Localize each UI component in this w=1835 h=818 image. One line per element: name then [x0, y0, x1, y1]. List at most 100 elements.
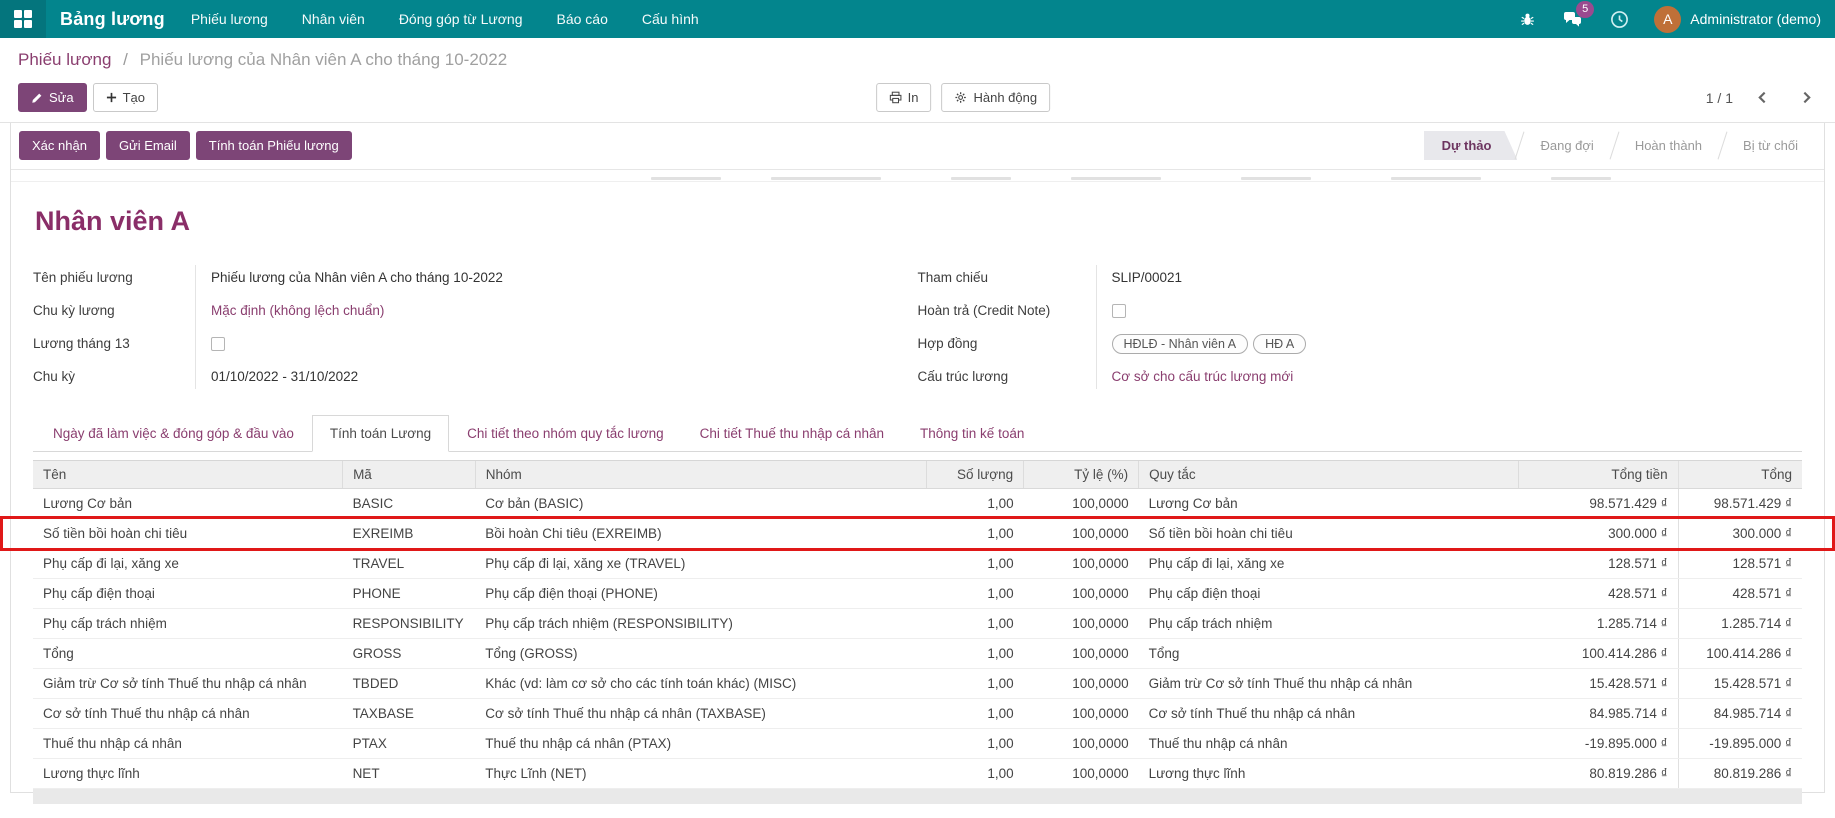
- column-header[interactable]: Tên: [33, 461, 343, 489]
- pager-next-button[interactable]: [1795, 87, 1817, 109]
- print-button[interactable]: In: [876, 83, 932, 112]
- table-cell: GROSS: [343, 639, 476, 669]
- checkbox[interactable]: [211, 337, 225, 351]
- field-row: Lương tháng 13: [33, 327, 918, 360]
- table-cell: 100,0000: [1024, 519, 1139, 549]
- nav-menu-item[interactable]: Cấu hình: [642, 11, 699, 27]
- table-cell: 100,0000: [1024, 489, 1139, 519]
- edit-button[interactable]: Sửa: [18, 83, 87, 112]
- table-cell: TRAVEL: [343, 549, 476, 579]
- pager-previous-button[interactable]: [1751, 87, 1773, 109]
- right-field-group: Tham chiếuSLIP/00021Hoàn trả (Credit Not…: [918, 261, 1803, 393]
- tag-list: HĐLĐ - Nhân viên AHĐ A: [1096, 334, 1307, 354]
- table-cell: Cơ bản (BASIC): [475, 489, 926, 519]
- field-value-link[interactable]: Cơ sở cho cấu trúc lương mới: [1096, 369, 1294, 384]
- table-cell: Phụ cấp trách nhiệm (RESPONSIBILITY): [475, 609, 926, 639]
- table-cell: Khác (vd: làm cơ sở cho các tính toán kh…: [475, 669, 926, 699]
- table-cell: 100.414.286 ₫: [1678, 639, 1802, 669]
- table-cell: 428.571 ₫: [1678, 579, 1802, 609]
- table-cell: TAXBASE: [343, 699, 476, 729]
- table-cell: Thực Lĩnh (NET): [475, 759, 926, 789]
- gear-icon: [954, 91, 967, 104]
- nav-menu-item[interactable]: Đóng góp từ Lương: [399, 11, 523, 27]
- table-cell: Lương Cơ bản: [33, 489, 343, 519]
- payroll-app-window: Bảng lương Phiếu lương Nhân viên Đóng góp …: [0, 0, 1835, 818]
- table-cell: Cơ sở tính Thuế thu nhập cá nhân: [33, 699, 343, 729]
- status-stage-2[interactable]: Đang đợi: [1522, 131, 1611, 160]
- tab-4[interactable]: Chi tiết Thuế thu nhập cá nhân: [682, 415, 902, 452]
- table-cell: Cơ sở tính Thuế thu nhập cá nhân (TAXBAS…: [475, 699, 926, 729]
- column-header[interactable]: Tổng tiền: [1519, 461, 1678, 489]
- contract-tag[interactable]: HĐ A: [1253, 334, 1306, 354]
- breadcrumb-parent-link[interactable]: Phiếu lương: [18, 50, 111, 69]
- table-row[interactable]: Phụ cấp trách nhiệmRESPONSIBILITYPhụ cấp…: [33, 609, 1802, 639]
- nav-menu-item[interactable]: Phiếu lương: [191, 11, 268, 27]
- table-cell: Phụ cấp điện thoại (PHONE): [475, 579, 926, 609]
- table-cell: 1.285.714 ₫: [1519, 609, 1678, 639]
- table-cell: 100,0000: [1024, 579, 1139, 609]
- table-cell: 428.571 ₫: [1519, 579, 1678, 609]
- message-count-badge: 5: [1576, 1, 1594, 18]
- table-cell: NET: [343, 759, 476, 789]
- table-cell: 1,00: [926, 729, 1023, 759]
- table-row[interactable]: Số tiền bồi hoàn chi tiêuEXREIMBBồi hoàn…: [33, 519, 1802, 549]
- table-row[interactable]: Phụ cấp điện thoạiPHONEPhụ cấp điện thoạ…: [33, 579, 1802, 609]
- table-cell: 98.571.429 ₫: [1519, 489, 1678, 519]
- column-header[interactable]: Quy tắc: [1139, 461, 1519, 489]
- status-stage-3[interactable]: Hoàn thành: [1617, 131, 1720, 160]
- apps-menu-button[interactable]: [0, 0, 46, 38]
- table-row[interactable]: Lương Cơ bảnBASICCơ bản (BASIC)1,00100,0…: [33, 489, 1802, 519]
- send-email-button[interactable]: Gửi Email: [106, 131, 190, 160]
- compute-payslip-button[interactable]: Tính toán Phiếu lương: [196, 131, 352, 160]
- tab-1[interactable]: Ngày đã làm việc & đóng góp & đầu vào: [35, 415, 312, 452]
- messages-icon[interactable]: 5: [1562, 8, 1584, 30]
- table-cell: Bồi hoàn Chi tiêu (EXREIMB): [475, 519, 926, 549]
- tab-2[interactable]: Tính toán Lương: [312, 415, 449, 452]
- table-row[interactable]: Phụ cấp đi lại, xăng xeTRAVELPhụ cấp đi …: [33, 549, 1802, 579]
- nav-menu-item[interactable]: Nhân viên: [302, 11, 365, 27]
- breadcrumb-current: Phiếu lương của Nhân viên A cho tháng 10…: [140, 50, 508, 69]
- checkbox[interactable]: [1112, 304, 1126, 318]
- table-cell: Phụ cấp đi lại, xăng xe: [1139, 549, 1519, 579]
- table-cell: BASIC: [343, 489, 476, 519]
- table-cell: 1,00: [926, 639, 1023, 669]
- field-label: Hợp đồng: [918, 336, 1096, 351]
- table-row[interactable]: Lương thực lĩnhNETThực Lĩnh (NET)1,00100…: [33, 759, 1802, 789]
- status-pipeline: Dự thảoĐang đợiHoàn thànhBị từ chối: [1424, 131, 1816, 160]
- column-header[interactable]: Số lượng: [926, 461, 1023, 489]
- column-header[interactable]: Nhóm: [475, 461, 926, 489]
- chevron-left-icon: [1756, 91, 1769, 104]
- table-cell: 84.985.714 ₫: [1519, 699, 1678, 729]
- table-cell: 1,00: [926, 699, 1023, 729]
- column-header[interactable]: Mã: [343, 461, 476, 489]
- user-menu[interactable]: A Administrator (demo): [1654, 6, 1821, 33]
- confirm-button[interactable]: Xác nhận: [19, 131, 100, 160]
- pencil-icon: [31, 92, 43, 104]
- table-row[interactable]: Cơ sở tính Thuế thu nhập cá nhânTAXBASEC…: [33, 699, 1802, 729]
- column-header[interactable]: Tổng: [1678, 461, 1802, 489]
- activities-clock-icon[interactable]: [1608, 8, 1630, 30]
- workflow-buttons: Xác nhận Gửi Email Tính toán Phiếu lương: [19, 131, 352, 160]
- field-value: SLIP/00021: [1096, 270, 1183, 285]
- table-row[interactable]: Giảm trừ Cơ sở tính Thuế thu nhập cá nhâ…: [33, 669, 1802, 699]
- field-label: Chu kỳ lương: [33, 303, 195, 318]
- tab-3[interactable]: Chi tiết theo nhóm quy tắc lương: [449, 415, 682, 452]
- nav-menu-item[interactable]: Báo cáo: [556, 11, 607, 27]
- table-row[interactable]: Thuế thu nhập cá nhânPTAXThuế thu nhập c…: [33, 729, 1802, 759]
- status-stage-4[interactable]: Bị từ chối: [1725, 131, 1816, 160]
- action-menu-button[interactable]: Hành động: [941, 83, 1050, 112]
- contract-tag[interactable]: HĐLĐ - Nhân viên A: [1112, 334, 1249, 354]
- table-row[interactable]: TổngGROSSTổng (GROSS)1,00100,0000Tổng100…: [33, 639, 1802, 669]
- field-label: Chu kỳ: [33, 369, 195, 384]
- table-cell: 100,0000: [1024, 609, 1139, 639]
- app-title[interactable]: Bảng lương: [60, 9, 165, 30]
- table-cell: Tổng: [1139, 639, 1519, 669]
- create-button[interactable]: Tạo: [93, 83, 158, 112]
- left-field-group: Tên phiếu lươngPhiếu lương của Nhân viên…: [33, 261, 918, 393]
- column-header[interactable]: Tỷ lệ (%): [1024, 461, 1139, 489]
- table-cell: Giảm trừ Cơ sở tính Thuế thu nhập cá nhâ…: [1139, 669, 1519, 699]
- tab-5[interactable]: Thông tin kế toán: [902, 415, 1042, 452]
- status-stage-1[interactable]: Dự thảo: [1424, 131, 1518, 160]
- debug-bug-icon[interactable]: [1516, 8, 1538, 30]
- field-value-link[interactable]: Mặc định (không lệch chuẩn): [195, 303, 384, 318]
